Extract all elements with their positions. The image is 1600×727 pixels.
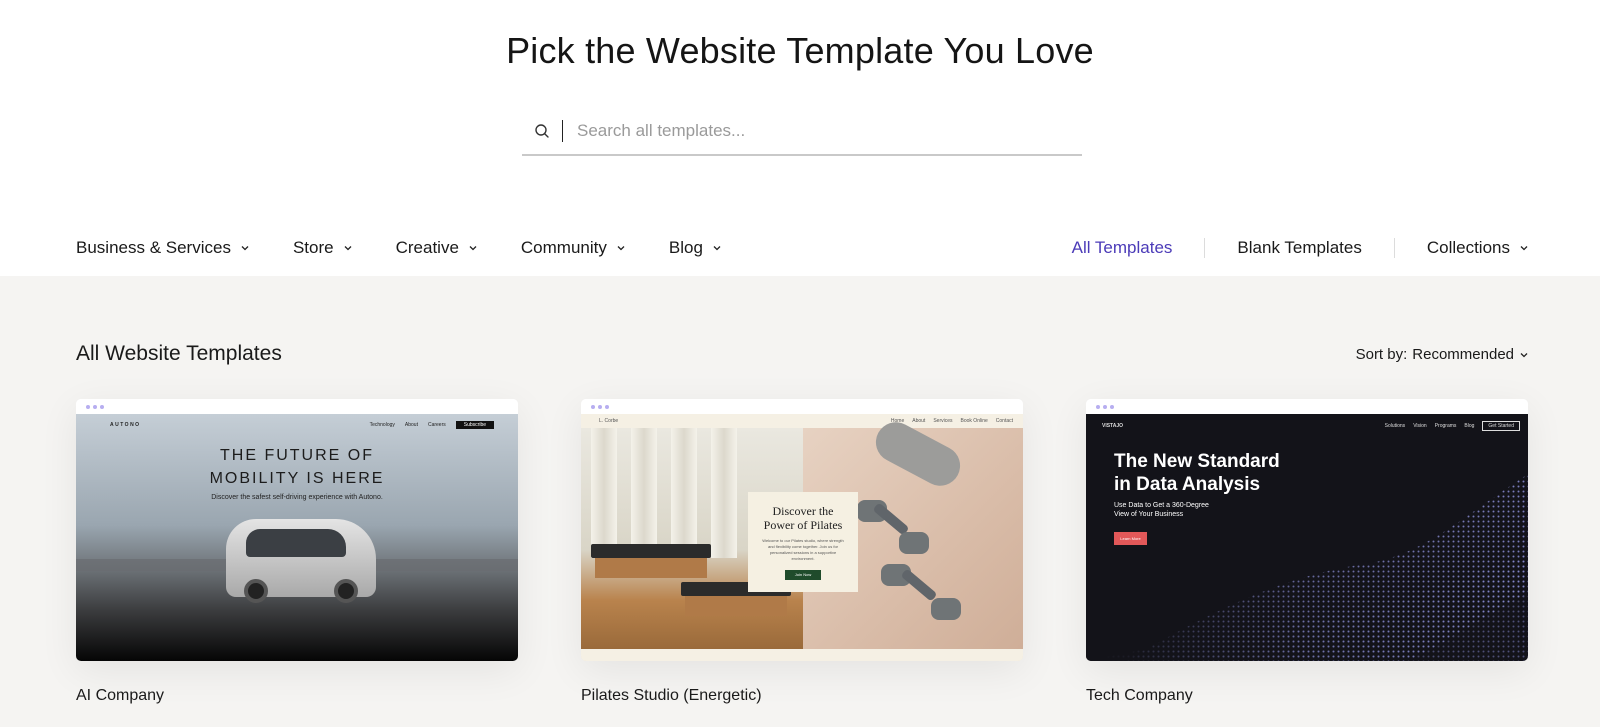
preview-nav-item: Blog — [1464, 423, 1475, 429]
section-title: All Website Templates — [76, 342, 282, 365]
category-nav: Business & Services Store Creative Commu… — [76, 236, 765, 260]
preview-logo: AUTONO — [110, 422, 141, 428]
wheel-shape — [334, 579, 358, 603]
dumbbell-shape — [931, 598, 961, 620]
nav-community[interactable]: Community — [521, 236, 627, 260]
nav-creative[interactable]: Creative — [396, 236, 479, 260]
dumbbell-shape — [899, 532, 929, 554]
blank-templates-link[interactable]: Blank Templates — [1237, 238, 1361, 258]
reformer-base-shape — [595, 558, 707, 578]
template-preview[interactable]: VISTAJO Solutions Vision Programs Blog G… — [1086, 399, 1528, 661]
browser-dots — [581, 399, 1023, 414]
templates-section: All Website Templates Sort by: Recommend… — [0, 276, 1600, 727]
nav-label: Creative — [395, 238, 459, 257]
preview-button: Join Now — [785, 570, 821, 580]
page-title: Pick the Website Template You Love — [506, 30, 1094, 71]
nav-label: Blog — [668, 238, 703, 257]
nav-blog[interactable]: Blog — [669, 236, 723, 260]
chevron-down-icon — [342, 242, 354, 254]
top-header: Pick the Website Template You Love Busin… — [0, 0, 1600, 276]
search-icon — [522, 123, 562, 139]
chevron-down-icon — [615, 242, 627, 254]
nav-store[interactable]: Store — [293, 236, 354, 260]
collections-label: Collections — [1426, 238, 1510, 257]
template-type-nav: All Templates Blank Templates Collection… — [1072, 236, 1530, 260]
sort-dropdown[interactable]: Sort by: Recommended — [1356, 346, 1530, 363]
template-name[interactable]: Pilates Studio (Energetic) — [581, 687, 1023, 705]
chevron-down-icon — [239, 242, 251, 254]
preview-heading: The New Standard in Data Analysis — [1114, 451, 1280, 495]
browser-dots — [76, 399, 518, 414]
wheel-shape — [244, 579, 268, 603]
search-bar[interactable] — [522, 108, 1082, 156]
preview-button: Learn More — [1114, 532, 1147, 545]
preview-nav-item: Technology — [369, 422, 395, 428]
preview-nav: AUTONO Technology About Careers Subscrib… — [100, 420, 494, 430]
curtain-shape — [591, 428, 617, 558]
curtain-shape — [631, 428, 657, 558]
preview-heading: Discover the Power of Pilates — [763, 504, 843, 532]
preview-logo: VISTAJO — [1102, 423, 1124, 429]
chevron-down-icon — [467, 242, 479, 254]
preview-logo: L. Corbe — [599, 418, 619, 424]
preview-nav-item: Programs — [1434, 423, 1457, 429]
nav-label: Community — [520, 238, 607, 257]
curtain-shape — [671, 428, 697, 558]
preview-nav-item: Careers — [427, 422, 446, 428]
sort-value: Recommended — [1412, 346, 1514, 363]
preview-image: AUTONO Technology About Careers Subscrib… — [76, 414, 518, 661]
collections-dropdown[interactable]: Collections — [1427, 238, 1530, 258]
nav-label: Business & Services — [76, 238, 231, 257]
nav-divider — [1393, 238, 1395, 258]
preview-nav-item: About — [404, 422, 418, 428]
car-window-shape — [246, 529, 346, 557]
preview-nav-item: Vision — [1413, 423, 1427, 429]
reformer-base-shape — [685, 596, 787, 616]
chevron-down-icon — [1518, 242, 1530, 254]
preview-image: VISTAJO Solutions Vision Programs Blog G… — [1086, 414, 1528, 661]
preview-nav-item: Contact — [995, 418, 1013, 424]
preview-image: L. Corbe Home About Services Book Online… — [581, 414, 1023, 661]
preview-subtext: Discover the safest self-driving experie… — [211, 494, 383, 501]
preview-nav-item: Solutions — [1384, 423, 1406, 429]
preview-nav-item: Book Online — [960, 418, 988, 424]
reformer-shape — [591, 544, 711, 558]
preview-heading: THE FUTURE OF MOBILITY IS HERE — [209, 447, 385, 487]
template-card-tech-company[interactable]: VISTAJO Solutions Vision Programs Blog G… — [1086, 399, 1528, 705]
preview-subtext: Welcome to our Pilates studio, where str… — [762, 538, 844, 561]
template-preview[interactable]: AUTONO Technology About Careers Subscrib… — [76, 399, 518, 661]
preview-subtext: Use Data to Get a 360-Degree View of You… — [1114, 502, 1209, 518]
nav-divider — [1204, 238, 1206, 258]
preview-footer-strip — [581, 649, 1023, 661]
preview-nav: VISTAJO Solutions Vision Programs Blog G… — [1094, 420, 1520, 432]
preview-nav: L. Corbe Home About Services Book Online… — [581, 414, 1023, 428]
template-name[interactable]: Tech Company — [1086, 687, 1528, 705]
template-card-ai-company[interactable]: AUTONO Technology About Careers Subscrib… — [76, 399, 518, 705]
search-input[interactable] — [562, 120, 1062, 142]
sort-label: Sort by: — [1355, 346, 1408, 363]
all-templates-link[interactable]: All Templates — [1072, 238, 1173, 258]
chevron-down-icon — [711, 242, 723, 254]
template-name[interactable]: AI Company — [76, 687, 518, 705]
preview-nav-item: Services — [933, 418, 953, 424]
preview-callout: Discover the Power of Pilates Welcome to… — [748, 492, 858, 592]
template-preview[interactable]: L. Corbe Home About Services Book Online… — [581, 399, 1023, 661]
curtain-shape — [711, 428, 737, 558]
browser-dots — [1086, 399, 1528, 414]
preview-nav-item: About — [912, 418, 926, 424]
template-card-pilates-studio[interactable]: L. Corbe Home About Services Book Online… — [581, 399, 1023, 705]
preview-nav-button: Subscribe — [455, 421, 494, 429]
nav-label: Store — [292, 238, 334, 257]
nav-business-services[interactable]: Business & Services — [76, 236, 251, 260]
preview-nav-button: Get Started — [1482, 421, 1520, 431]
chevron-down-icon — [1518, 349, 1530, 361]
